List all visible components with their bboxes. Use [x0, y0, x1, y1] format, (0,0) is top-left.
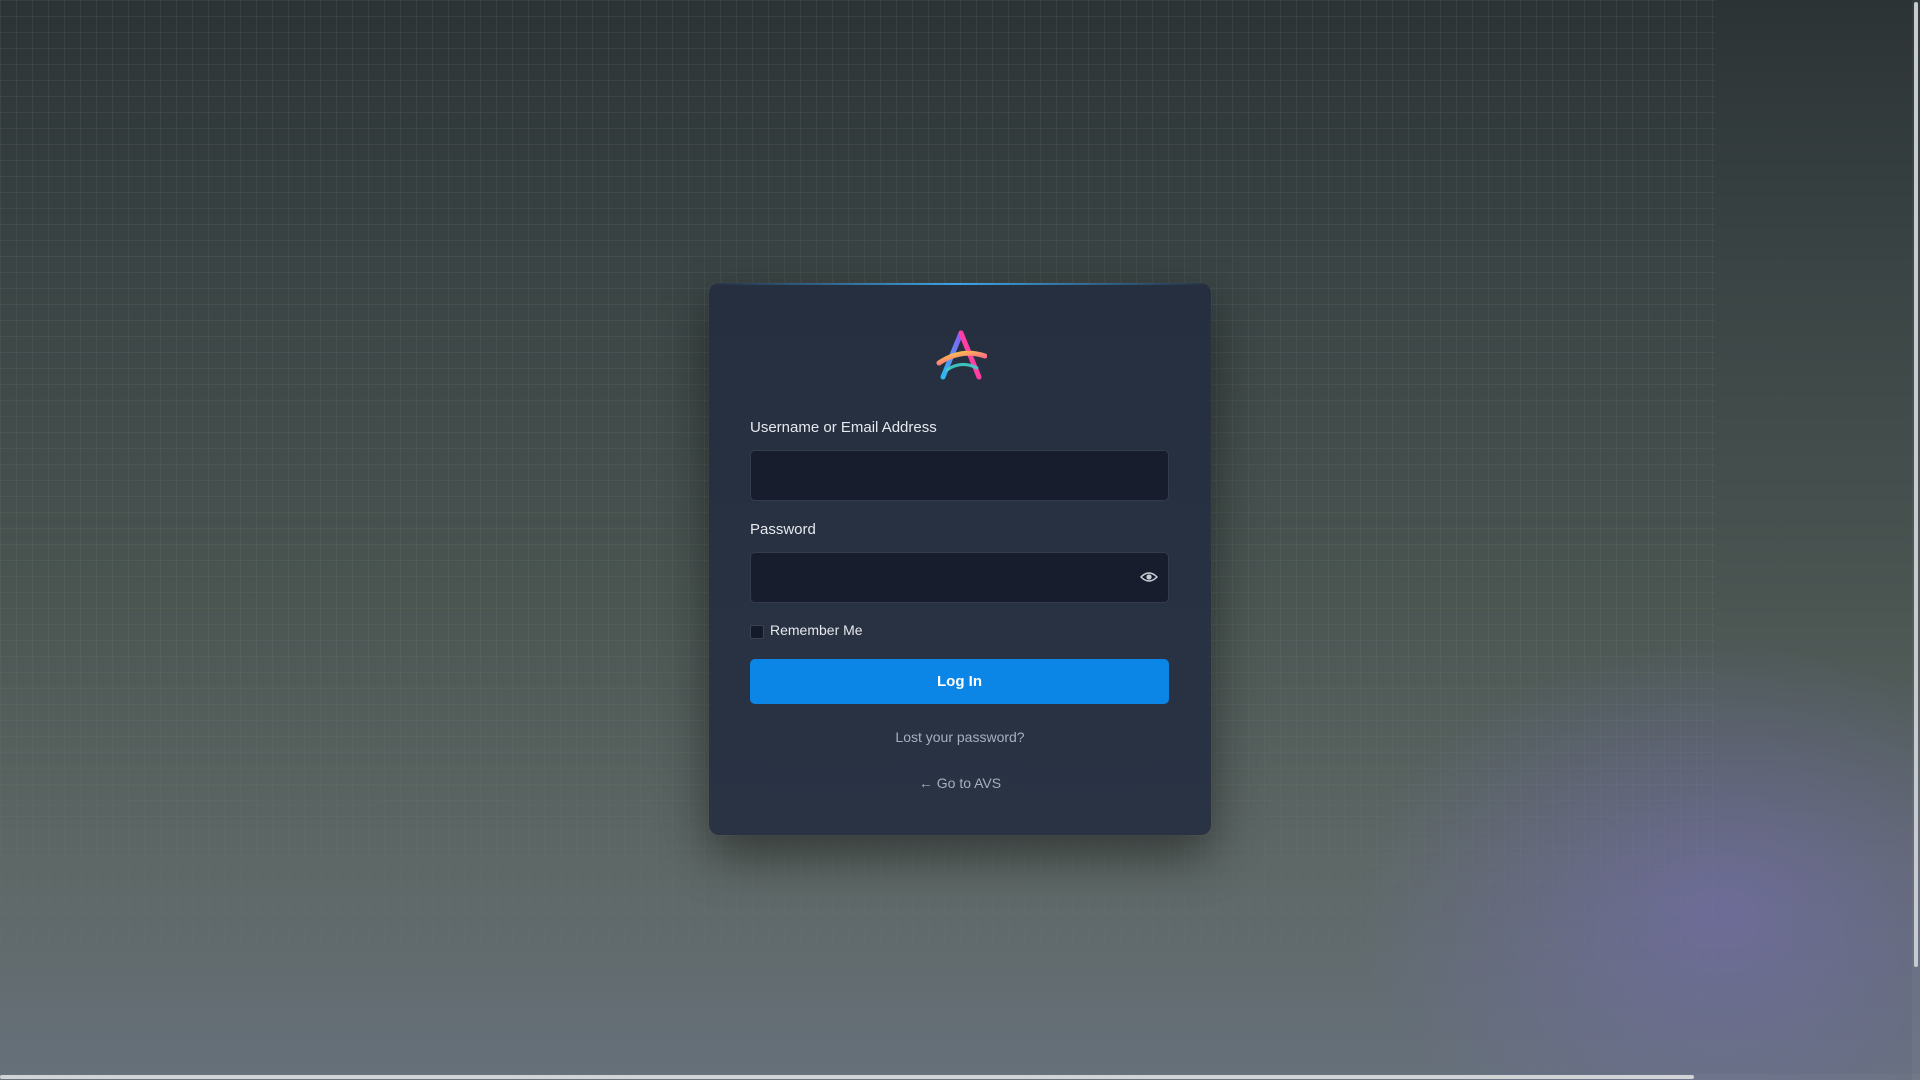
- remember-me-label[interactable]: Remember Me: [770, 622, 863, 638]
- vertical-scrollbar-thumb[interactable]: [1914, 2, 1918, 967]
- back-arrow-icon: ←: [918, 775, 933, 791]
- password-input[interactable]: [750, 552, 1169, 603]
- site-logo-icon: [936, 330, 987, 380]
- remember-me-row: Remember Me: [750, 621, 863, 639]
- login-card: Username or Email Address Password Remem…: [709, 283, 1211, 835]
- horizontal-scrollbar[interactable]: [0, 1074, 1920, 1080]
- show-password-button[interactable]: [1138, 567, 1160, 587]
- horizontal-scrollbar-thumb[interactable]: [0, 1075, 1694, 1079]
- lost-password-link[interactable]: Lost your password?: [709, 729, 1211, 745]
- password-label: Password: [750, 521, 816, 538]
- username-label: Username or Email Address: [750, 419, 937, 436]
- eye-icon: [1140, 572, 1158, 582]
- remember-me-checkbox[interactable]: [750, 625, 764, 639]
- card-top-accent-line: [709, 283, 1211, 285]
- log-in-button[interactable]: Log In: [750, 659, 1169, 704]
- back-to-site-label: Go to AVS: [936, 775, 1002, 791]
- vertical-scrollbar[interactable]: [1912, 0, 1920, 1080]
- username-input[interactable]: [750, 450, 1169, 501]
- back-to-site-link[interactable]: ← Go to AVS: [709, 775, 1211, 791]
